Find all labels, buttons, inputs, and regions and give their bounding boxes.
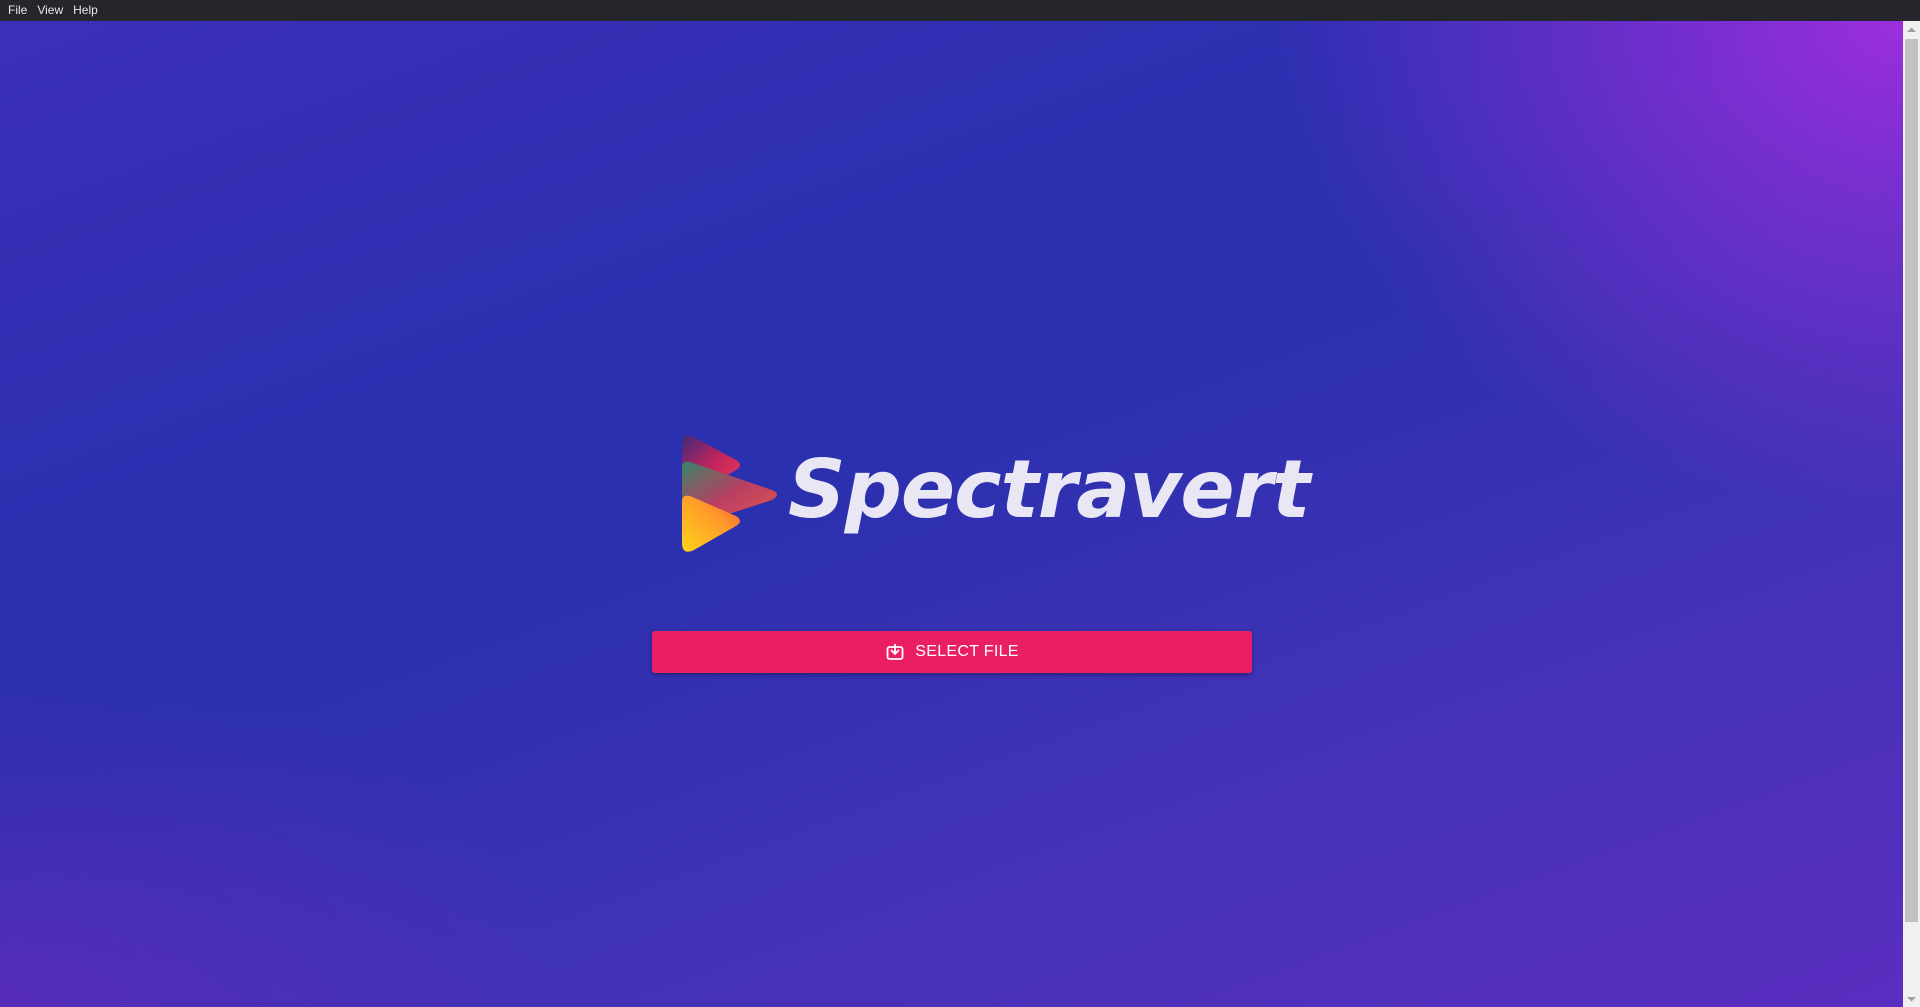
menu-file[interactable]: File xyxy=(3,0,32,21)
menu-help[interactable]: Help xyxy=(68,0,103,21)
app-branding: Spectravert xyxy=(676,432,1310,562)
select-file-button[interactable]: SELECT FILE xyxy=(652,631,1252,673)
vertical-scrollbar[interactable] xyxy=(1903,21,1920,1007)
menu-bar: File View Help xyxy=(0,0,1920,21)
scroll-down-arrow-icon[interactable] xyxy=(1903,990,1920,1007)
menu-view[interactable]: View xyxy=(32,0,68,21)
app-logo-icon xyxy=(682,434,777,552)
scrollbar-thumb[interactable] xyxy=(1905,39,1918,922)
app-name-wordmark: Spectravert xyxy=(788,443,1310,536)
select-file-label: SELECT FILE xyxy=(915,643,1019,660)
scroll-up-arrow-icon[interactable] xyxy=(1903,21,1920,38)
download-into-tray-icon xyxy=(885,642,905,662)
